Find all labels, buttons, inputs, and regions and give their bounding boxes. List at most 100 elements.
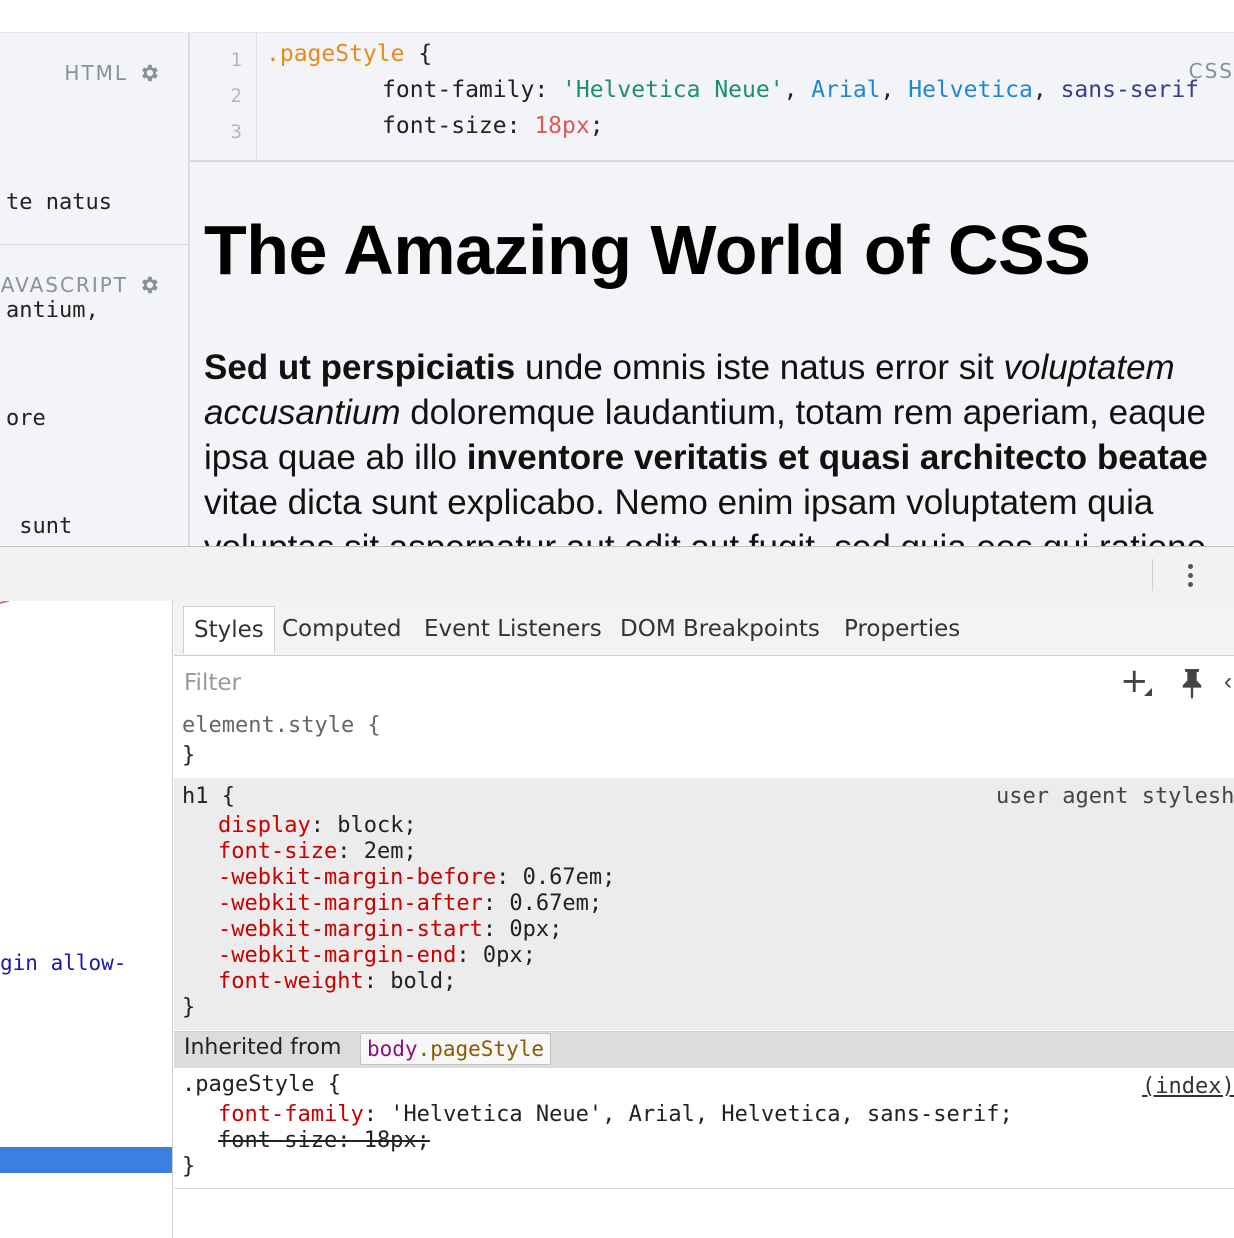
- property-name: -webkit-margin-end: [218, 943, 457, 968]
- elements-pane[interactable]: gin allow-: [0, 601, 173, 1238]
- toggle-sidebar-icon[interactable]: ‹: [1224, 670, 1234, 694]
- js-pane-title: AVASCRIPT: [0, 273, 128, 297]
- preview-paragraph: Sed ut perspiciatis unde omnis iste natu…: [204, 345, 1234, 546]
- text: vitae dicta sunt explicabo. Nemo enim ip…: [204, 483, 1154, 522]
- rule-selector: element.style {: [182, 713, 381, 738]
- js-pane-header: AVASCRIPT: [1, 273, 160, 297]
- rule-selector: .pageStyle {: [182, 1072, 341, 1097]
- filter-bar: + ‹: [174, 656, 1234, 710]
- italic-text: accusantium: [204, 393, 401, 432]
- html-code-line: ore: [6, 406, 46, 431]
- property-value: : bold;: [363, 969, 457, 994]
- inherited-header: Inherited from body.pageStyle: [174, 1031, 1234, 1069]
- pin-icon[interactable]: [1178, 666, 1206, 700]
- html-pane-title: HTML: [64, 61, 128, 85]
- style-property[interactable]: -webkit-margin-after: 0.67em;: [218, 891, 602, 916]
- rule-close: }: [182, 995, 196, 1020]
- line-number: 2: [230, 85, 242, 107]
- rule-close: }: [182, 1154, 196, 1179]
- rule-source: user agent stylesh: [996, 784, 1234, 809]
- property-value: : 2em;: [337, 839, 417, 864]
- style-property[interactable]: -webkit-margin-start: 0px;: [218, 917, 562, 942]
- italic-text: voluptatem: [1003, 348, 1175, 387]
- rule-source-link[interactable]: (index): [1142, 1074, 1234, 1099]
- sidebar-tabs: Styles Computed Event Listeners DOM Brea…: [174, 601, 1234, 656]
- css-prop: font-family:: [382, 77, 563, 103]
- preview-pane: The Amazing World of CSS Sed ut perspici…: [190, 162, 1234, 546]
- devtools-toolbar: [0, 546, 1234, 602]
- style-property[interactable]: font-size: 2em;: [218, 839, 417, 864]
- style-property[interactable]: font-weight: bold;: [218, 969, 456, 994]
- html-pane-header: HTML: [64, 61, 160, 85]
- html-pane[interactable]: HTML te natus antium, ore sunt AVASCRIPT: [0, 33, 190, 546]
- property-value: : 0px;: [456, 943, 536, 968]
- css-keyword: Helvetica: [908, 77, 1033, 103]
- style-property[interactable]: -webkit-margin-before: 0.67em;: [218, 865, 615, 890]
- rule-close: }: [182, 743, 196, 768]
- more-vert-icon[interactable]: [1180, 561, 1200, 589]
- filter-input[interactable]: [182, 666, 986, 700]
- code-line-1[interactable]: .pageStyle {: [266, 41, 432, 67]
- style-property[interactable]: font-family: 'Helvetica Neue', Arial, He…: [218, 1102, 1013, 1127]
- css-pane-title: CSS: [1188, 59, 1234, 83]
- overridden-property[interactable]: font-size: 18px;: [218, 1128, 430, 1153]
- property-value: : 0.67em;: [482, 891, 603, 916]
- inherited-node-link[interactable]: body.pageStyle: [360, 1033, 552, 1065]
- sep: ,: [783, 77, 812, 103]
- property-value: : block;: [310, 813, 417, 838]
- style-rule-pagestyle[interactable]: .pageStyle { (index) font-family: 'Helve…: [174, 1068, 1234, 1189]
- chip-class: .pageStyle: [417, 1037, 545, 1061]
- property-name: font-size: [218, 839, 338, 864]
- html-code[interactable]: te natus antium, ore sunt: [6, 113, 112, 546]
- page-title: The Amazing World of CSS: [204, 211, 1091, 289]
- selected-dom-node[interactable]: [0, 1147, 172, 1173]
- css-editor[interactable]: 1 2 3 .pageStyle { font-family: 'Helveti…: [190, 33, 1234, 162]
- css-prop: font-size:: [382, 113, 535, 139]
- property-value: : 'Helvetica Neue', Arial, Helvetica, sa…: [363, 1102, 1013, 1127]
- top-strip: [0, 0, 1234, 33]
- chip-tag: body: [367, 1037, 418, 1061]
- gear-icon[interactable]: [138, 62, 160, 84]
- tab-event-listeners[interactable]: Event Listeners: [414, 606, 612, 652]
- gear-icon[interactable]: [138, 274, 160, 296]
- html-code-line: antium,: [6, 298, 99, 323]
- dom-tree-edge: [0, 601, 11, 611]
- tab-properties[interactable]: Properties: [834, 606, 970, 652]
- css-selector: .pageStyle: [266, 41, 405, 67]
- css-number: 18px: [534, 113, 590, 139]
- style-property[interactable]: display: block;: [218, 813, 417, 838]
- rule-selector: h1 {: [182, 784, 235, 809]
- property-name: -webkit-margin-start: [218, 917, 483, 942]
- html-code-line: te natus: [6, 190, 112, 215]
- html-code-line: sunt: [6, 514, 73, 539]
- property-value: : 0px;: [482, 917, 563, 942]
- property-name: -webkit-margin-after: [218, 891, 483, 916]
- style-property[interactable]: -webkit-margin-end: 0px;: [218, 943, 536, 968]
- bold-text: Sed ut perspiciatis: [204, 348, 516, 387]
- css-keyword: Arial: [811, 77, 881, 103]
- brace: {: [404, 41, 433, 67]
- semicolon: ;: [589, 113, 604, 139]
- sep: ,: [1032, 77, 1061, 103]
- plus-corner-icon: [1144, 688, 1152, 696]
- tab-computed[interactable]: Computed: [272, 606, 411, 652]
- styles-pane: Styles Computed Event Listeners DOM Brea…: [174, 601, 1234, 1238]
- sep: ,: [880, 77, 909, 103]
- text: doloremque laudantium, totam rem aperiam…: [400, 393, 1206, 432]
- inherited-label: Inherited from: [184, 1035, 342, 1060]
- css-keyword: sans-serif: [1060, 77, 1200, 103]
- line-gutter: 1 2 3: [190, 33, 257, 160]
- tab-dom-breakpoints[interactable]: DOM Breakpoints: [610, 606, 830, 652]
- code-line-2[interactable]: font-family: 'Helvetica Neue', Arial, He…: [382, 77, 1199, 103]
- line-number: 3: [230, 121, 242, 143]
- bold-text: inventore veritatis et quasi architecto …: [466, 438, 1208, 477]
- dom-attribute-fragment[interactable]: gin allow-: [0, 951, 126, 975]
- property-name: font-weight: [218, 969, 364, 994]
- text: ipsa quae ab illo: [204, 438, 467, 477]
- css-string: 'Helvetica Neue': [562, 77, 784, 103]
- pane-divider[interactable]: [0, 244, 188, 245]
- code-line-3[interactable]: font-size: 18px;: [382, 113, 604, 139]
- tab-styles[interactable]: Styles: [183, 606, 275, 654]
- style-rule-h1[interactable]: h1 { user agent stylesh display: block; …: [174, 778, 1234, 1030]
- style-rule-element[interactable]: element.style { }: [174, 709, 1234, 777]
